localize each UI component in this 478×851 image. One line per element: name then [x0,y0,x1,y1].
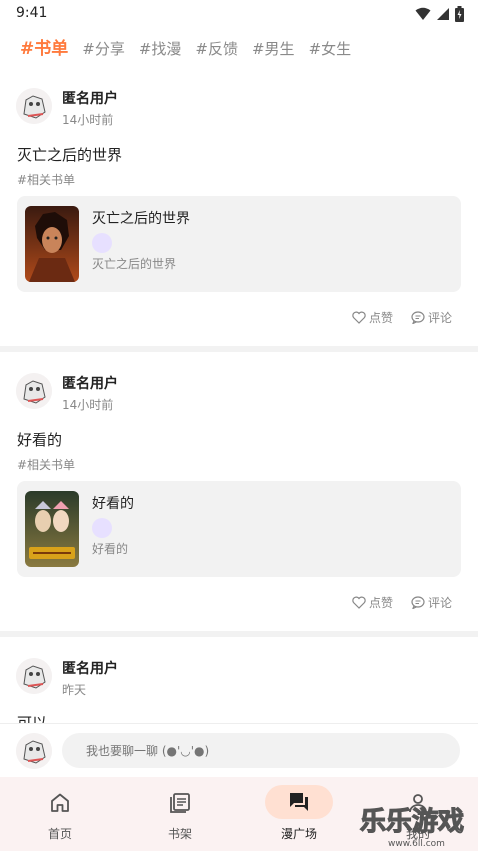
profile-icon [409,794,427,813]
tab-booklist[interactable]: #书单 [20,34,68,59]
my-avatar [16,733,52,769]
book-subtitle: 好看的 [92,542,129,556]
avatar[interactable] [16,373,52,409]
post-card[interactable]: 匿名用户 昨天 可以 [0,648,478,723]
signal-icon [437,8,449,20]
like-label: 点赞 [368,596,393,610]
wifi-icon [415,7,431,20]
avatar[interactable] [16,658,52,694]
post-time: 14小时前 [62,398,114,412]
comment-label: 评论 [427,596,452,610]
book-subtitle: 灭亡之后的世界 [92,257,177,271]
post-actions: 点赞 评论 [352,594,452,611]
home-icon [51,793,69,812]
post-title: 灭亡之后的世界 [17,146,123,164]
post-title: 可以 [17,714,48,723]
nav-label: 漫广场 [280,827,317,841]
comment-label: 评论 [427,311,452,325]
tab-find-manga[interactable]: #找漫 [139,38,182,59]
post-card[interactable]: 匿名用户 14小时前 灭亡之后的世界 #相关书单 灭亡之后的世界 灭亡之后的世界… [0,78,478,346]
comment-icon [411,596,425,609]
chat-icon [290,793,308,811]
book-title: 灭亡之后的世界 [92,211,190,227]
comment-icon [411,311,425,324]
book-title: 好看的 [92,496,134,512]
nav-label: 首页 [47,827,72,841]
nav-home[interactable]: 首页 [0,777,120,851]
book-cover [25,491,79,567]
comment-bar [0,723,478,777]
nav-manga-square[interactable]: 漫广场 [239,777,359,851]
like-label: 点赞 [368,311,393,325]
divider [0,631,478,637]
username[interactable]: 匿名用户 [62,658,118,678]
status-time: 9:41 [16,5,48,21]
book-cover [25,206,79,282]
username[interactable]: 匿名用户 [62,373,118,393]
post-card[interactable]: 匿名用户 14小时前 好看的 #相关书单 好看的 好看的 点赞 评论 [0,363,478,631]
like-button[interactable]: 点赞 [352,309,393,326]
post-title: 好看的 [17,431,63,449]
placeholder-dot [92,233,112,253]
tab-share[interactable]: #分享 [82,38,125,59]
username[interactable]: 匿名用户 [62,88,118,108]
related-booklist-tag[interactable]: #相关书单 [17,171,75,188]
bookshelf-icon [170,793,190,813]
post-actions: 点赞 评论 [352,309,452,326]
post-time: 昨天 [62,683,87,697]
nav-label: 书架 [167,827,192,841]
placeholder-dot [92,518,112,538]
status-icons [415,6,464,22]
book-card[interactable]: 灭亡之后的世界 灭亡之后的世界 [17,196,461,292]
nav-profile[interactable]: 我的 [358,777,478,851]
battery-icon [455,6,464,22]
related-booklist-tag[interactable]: #相关书单 [17,456,75,473]
post-time: 14小时前 [62,113,114,127]
heart-icon [352,596,366,609]
tab-female[interactable]: #女生 [309,38,352,59]
tab-male[interactable]: #男生 [252,38,295,59]
tab-feedback[interactable]: #反馈 [195,38,238,59]
divider [0,346,478,352]
avatar[interactable] [16,88,52,124]
bottom-nav: 首页 书架 漫广场 我的 [0,777,478,851]
book-card[interactable]: 好看的 好看的 [17,481,461,577]
like-button[interactable]: 点赞 [352,594,393,611]
heart-icon [352,311,366,324]
nav-bookshelf[interactable]: 书架 [120,777,240,851]
status-bar: 9:41 [0,0,478,28]
comment-button[interactable]: 评论 [411,594,452,611]
comment-input[interactable] [62,733,460,768]
topic-tabs: #书单 #分享 #找漫 #反馈 #男生 #女生 [20,34,351,59]
nav-label: 我的 [405,827,430,841]
comment-button[interactable]: 评论 [411,309,452,326]
